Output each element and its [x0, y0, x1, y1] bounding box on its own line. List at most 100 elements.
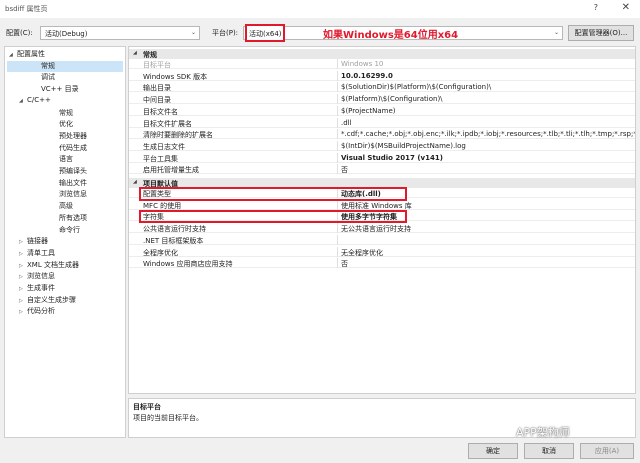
tree-item[interactable]: ▷ 代码分析	[19, 306, 55, 317]
property-row[interactable]: 清除时要删除的扩展名 *.cdf;*.cache;*.obj;*.obj.enc;…	[129, 129, 636, 140]
column-divider	[337, 70, 338, 81]
tree-item[interactable]: ▷ 生成事件	[19, 283, 55, 294]
chevron-down-icon: ⌄	[190, 29, 196, 36]
column-divider	[337, 164, 338, 175]
tree-item[interactable]: ◢ C/C++	[19, 96, 51, 107]
property-name: .NET 目标框架版本	[143, 236, 204, 245]
tree-item[interactable]: 优化	[51, 119, 73, 130]
column-divider	[337, 223, 338, 234]
property-name: 目标平台	[143, 61, 171, 69]
tree-item-label: 配置属性	[17, 50, 45, 58]
property-row[interactable]: 全程序优化 无全程序优化	[129, 246, 635, 257]
apply-button[interactable]: 应用(A)	[580, 443, 634, 459]
property-row[interactable]: 启用托管增量生成 否	[129, 164, 635, 175]
property-value: *.cdf;*.cache;*.obj;*.obj.enc;*.ilk;*.ip…	[341, 130, 636, 139]
expand-triangle-icon[interactable]: ▷	[19, 274, 27, 280]
property-name: 启用托管增量生成	[143, 166, 199, 175]
column-divider	[337, 199, 338, 210]
tree-item[interactable]: 命令行	[51, 225, 80, 236]
tree-item[interactable]: 语言	[51, 154, 73, 165]
expand-triangle-icon[interactable]: ▷	[19, 298, 27, 304]
expand-triangle-icon[interactable]: ▷	[19, 251, 27, 257]
tree-item-label: 所有选项	[59, 213, 87, 222]
config-label: 配置(C):	[6, 29, 33, 37]
description-text: 项目的当前目标平台。	[133, 414, 203, 422]
window-title: bsdiff 属性页	[5, 5, 48, 13]
property-value: Visual Studio 2017 (v141)	[341, 153, 443, 162]
property-name: 中间目录	[143, 96, 171, 105]
category-general[interactable]: ◢ 常规	[129, 49, 635, 59]
config-manager-button[interactable]: 配置管理器(O)...	[568, 25, 634, 41]
ok-button[interactable]: 确定	[468, 443, 518, 459]
property-value: 否	[341, 260, 348, 269]
column-divider	[337, 129, 338, 140]
property-row[interactable]: Windows SDK 版本 10.0.16299.0	[129, 70, 635, 81]
tree-item[interactable]: 调试	[33, 72, 55, 83]
property-value: $(Platform)\$(Configuration)\	[341, 95, 443, 104]
tree-item[interactable]: 常规	[7, 60, 123, 72]
expand-triangle-icon[interactable]: ▷	[19, 286, 27, 292]
tree-item[interactable]: 所有选项	[51, 213, 87, 224]
config-dropdown[interactable]: 活动(Debug) ⌄	[40, 26, 200, 40]
property-row[interactable]: 目标平台 Windows 10	[129, 59, 635, 69]
tree-item-label: 清单工具	[27, 248, 55, 257]
expand-triangle-icon[interactable]: ▷	[19, 263, 27, 269]
tree-item[interactable]: ▷ 清单工具	[19, 248, 55, 259]
help-button[interactable]: ?	[594, 3, 598, 12]
property-value: $(ProjectName)	[341, 106, 396, 115]
property-row[interactable]: 平台工具集 Visual Studio 2017 (v141)	[129, 152, 635, 163]
property-tree: ◢ 配置属性 常规 调试 VC++ 目录 ◢ C/C++ 常规 优化 预处理器 代码生成 语言 预编译头…	[4, 46, 126, 438]
expand-triangle-icon[interactable]: ▷	[19, 239, 27, 245]
tree-item[interactable]: ▷ 链接器	[19, 236, 48, 247]
tree-item[interactable]: 浏览信息	[51, 189, 87, 200]
highlight-box-config-type	[139, 187, 407, 201]
expand-triangle-icon[interactable]: ◢	[9, 52, 17, 58]
platform-label: 平台(P):	[212, 29, 239, 37]
tree-item[interactable]: ◢ 配置属性	[9, 49, 45, 60]
chevron-down-icon: ⌄	[553, 29, 559, 36]
tree-item[interactable]: VC++ 目录	[33, 84, 79, 95]
column-divider	[337, 246, 338, 257]
property-value: 10.0.16299.0	[341, 71, 393, 80]
tree-item[interactable]: ▷ 浏览信息	[19, 271, 55, 282]
property-name: Windows 应用商店应用支持	[143, 260, 233, 269]
close-button[interactable]: ✕	[622, 2, 630, 13]
annotation-text: 如果Windows是64位用x64	[323, 30, 459, 41]
tree-item[interactable]: 代码生成	[51, 143, 87, 154]
property-name: 目标文件扩展名	[143, 119, 192, 128]
tree-item[interactable]: ▷ XML 文档生成器	[19, 260, 79, 271]
tree-item-label: 高级	[59, 202, 73, 211]
tree-item[interactable]: 常规	[51, 108, 73, 119]
property-row[interactable]: Windows 应用商店应用支持 否	[129, 258, 635, 269]
property-row[interactable]: 目标文件扩展名 .dll	[129, 117, 635, 128]
property-row[interactable]: 输出目录 $(SolutionDir)$(Platform)\$(Configur…	[129, 82, 635, 93]
configuration-bar: 配置(C): 活动(Debug) ⌄ 平台(P): ⌄ 配置管理器(O)...	[0, 22, 640, 44]
property-row[interactable]: 中间目录 $(Platform)\$(Configuration)\	[129, 94, 635, 105]
property-name: Windows SDK 版本	[143, 72, 208, 81]
property-row[interactable]: MFC 的使用 使用标准 Windows 库	[129, 199, 635, 210]
property-row[interactable]: 生成日志文件 $(IntDir)$(MSBuildProjectName).log	[129, 140, 635, 151]
column-divider	[337, 94, 338, 105]
expand-triangle-icon[interactable]: ◢	[19, 98, 27, 104]
tree-item[interactable]: 高级	[51, 201, 73, 212]
tree-item[interactable]: 预处理器	[51, 131, 87, 142]
property-row[interactable]: .NET 目标框架版本	[129, 234, 635, 245]
highlight-box-charset	[139, 210, 407, 223]
property-row[interactable]: 公共语言运行时支持 无公共语言运行时支持	[129, 223, 635, 234]
cancel-button[interactable]: 取消	[524, 443, 574, 459]
tree-item-label: 自定义生成步骤	[27, 295, 76, 304]
tree-item[interactable]: 输出文件	[51, 178, 87, 189]
tree-item[interactable]: ▷ 自定义生成步骤	[19, 295, 76, 306]
expand-triangle-icon[interactable]: ▷	[19, 309, 27, 315]
property-row[interactable]: 目标文件名 $(ProjectName)	[129, 105, 635, 116]
property-value: 无全程序优化	[341, 248, 383, 257]
tree-item-label: 常规	[41, 61, 55, 70]
tree-item[interactable]: 预编译头	[51, 166, 87, 177]
property-name: 生成日志文件	[143, 142, 185, 151]
platform-value-highlight[interactable]: 活动(x64)	[245, 24, 285, 42]
property-value: .dll	[341, 118, 352, 127]
property-name: 目标文件名	[143, 107, 178, 116]
tree-item-label: XML 文档生成器	[27, 260, 79, 269]
property-value: 否	[341, 166, 348, 175]
title-bar: bsdiff 属性页 ? ✕	[0, 0, 640, 18]
